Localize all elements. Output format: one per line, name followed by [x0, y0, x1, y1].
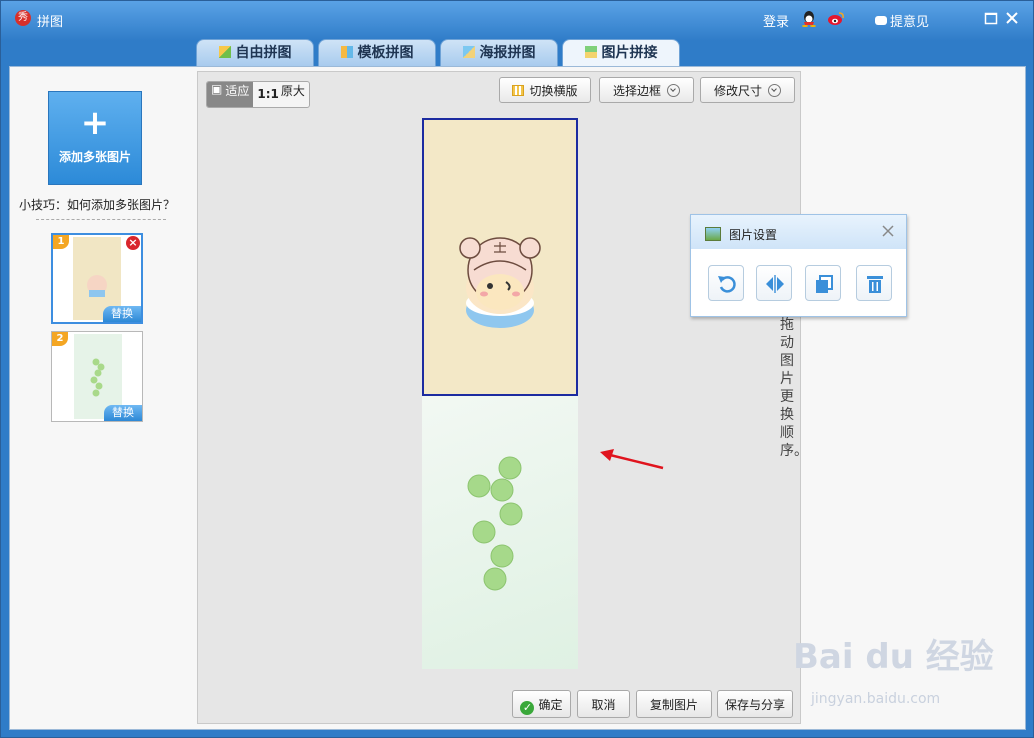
zoom-toggle: ▣ 适应 1:1 原大: [206, 81, 310, 108]
select-border-label: 选择边框: [612, 84, 661, 98]
tab-free-collage[interactable]: 自由拼图: [196, 39, 314, 66]
delete-icon: [867, 276, 883, 293]
stitch-icon: [584, 46, 597, 58]
plus-icon: +: [80, 103, 110, 143]
cartoon-tiger-image: [459, 237, 541, 328]
watermark-url: jingyan.baidu.com: [811, 691, 941, 707]
switch-layout-label: 切换横版: [529, 84, 578, 98]
switch-layout-button[interactable]: 切换横版: [499, 77, 591, 103]
app-logo-icon: 秀: [15, 10, 31, 26]
maximize-icon[interactable]: [984, 11, 998, 25]
flip-horizontal-button[interactable]: [756, 265, 792, 301]
qq-icon[interactable]: [801, 10, 817, 27]
rotate-button[interactable]: [708, 265, 744, 301]
chevron-down-icon: [667, 84, 680, 97]
add-images-label: 添加多张图片: [58, 150, 131, 164]
tab-label: 图片拼接: [601, 45, 658, 61]
title-bar: 秀 拼图 登录 提意见: [1, 1, 1033, 37]
replace-button[interactable]: 替换: [104, 405, 142, 421]
feedback-label: 提意见: [890, 15, 930, 30]
fit-icon: ▣: [211, 82, 223, 96]
free-collage-icon: [218, 46, 231, 58]
fit-button[interactable]: ▣ 适应: [207, 82, 254, 107]
window-title: 拼图: [37, 15, 64, 30]
fit-label: 适应: [225, 84, 250, 98]
resize-dropdown[interactable]: 修改尺寸: [700, 77, 795, 103]
thumbnail-2[interactable]: 2 替换: [51, 331, 143, 422]
chat-icon: [875, 16, 887, 25]
feedback-link[interactable]: 提意见: [875, 11, 929, 30]
annotation-text: 可拖动图片更换顺序。: [780, 299, 808, 459]
confirm-label: 确定: [538, 698, 563, 712]
original-label: 原大: [280, 84, 305, 98]
flip-horizontal-icon: [766, 275, 784, 293]
close-icon[interactable]: [1005, 11, 1019, 25]
drag-hint-annotation: 可拖动图片更换顺序。: [770, 298, 810, 498]
confirm-button[interactable]: ✓ 确定: [512, 690, 571, 718]
tip-link[interactable]: 小技巧：如何添加多张图片？: [19, 196, 175, 213]
rotate-icon: [718, 276, 736, 293]
tab-label: 自由拼图: [235, 45, 292, 61]
chevron-down-icon: [768, 84, 781, 97]
thumbnail-1[interactable]: 1 × 替换: [51, 233, 143, 324]
add-images-button[interactable]: + 添加多张图片: [48, 91, 142, 185]
poster-icon: [462, 46, 475, 58]
template-icon: [340, 46, 353, 58]
layout-icon: [512, 85, 525, 96]
close-panel-icon[interactable]: [882, 225, 894, 237]
save-share-button[interactable]: 保存与分享: [717, 690, 793, 718]
baidu-watermark: Bai du 经验: [793, 637, 994, 677]
green-candy-image: [467, 456, 523, 591]
select-border-dropdown[interactable]: 选择边框: [599, 77, 694, 103]
tab-poster-collage[interactable]: 海报拼图: [440, 39, 558, 66]
cancel-button[interactable]: 取消: [577, 690, 630, 718]
weibo-icon[interactable]: [827, 11, 845, 26]
original-size-button[interactable]: 1:1 原大: [253, 82, 309, 107]
image-settings-panel: 图片设置: [690, 214, 907, 317]
image-icon: [705, 227, 721, 241]
panel-title: 图片设置: [729, 228, 778, 242]
stitched-image-2[interactable]: [422, 396, 578, 669]
delete-button[interactable]: [856, 265, 892, 301]
tab-label: 模板拼图: [357, 45, 414, 61]
login-link[interactable]: 登录: [763, 11, 789, 30]
tab-label: 海报拼图: [479, 45, 536, 61]
stitched-image-1[interactable]: [422, 118, 578, 396]
stitch-canvas: ▣ 适应 1:1 原大 切换横版 选择边框 修改尺寸 拖动图片更换顺序。 ✓ 确…: [197, 71, 808, 724]
original-prefix: 1:1: [257, 87, 279, 101]
tab-image-stitch[interactable]: 图片拼接: [562, 39, 680, 67]
panel-header: 图片设置: [691, 215, 906, 249]
copy-button[interactable]: [805, 265, 841, 301]
resize-label: 修改尺寸: [713, 84, 762, 98]
check-icon: ✓: [520, 701, 535, 715]
divider: [36, 219, 166, 220]
red-arrow-icon: [600, 449, 664, 470]
replace-button[interactable]: 替换: [103, 306, 141, 322]
app-window: 秀 拼图 登录 提意见 自由拼图 模板拼图 海报拼图 图片拼接 + 添加多张图片…: [0, 0, 1034, 738]
delete-thumbnail-icon[interactable]: ×: [126, 236, 140, 250]
copy-image-button[interactable]: 复制图片: [636, 690, 712, 718]
copy-icon: [816, 275, 833, 293]
tab-template-collage[interactable]: 模板拼图: [318, 39, 436, 66]
